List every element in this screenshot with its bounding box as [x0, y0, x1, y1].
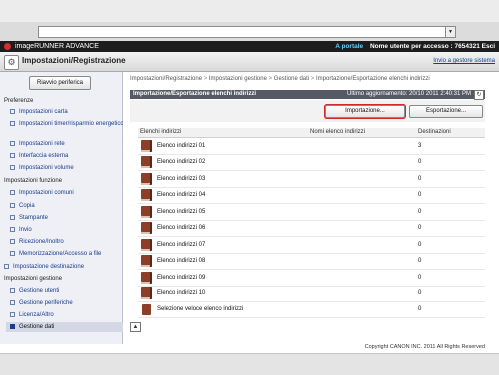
address-book-icon [141, 222, 152, 234]
portal-link[interactable]: A portale [335, 43, 363, 50]
bullet-icon [10, 251, 15, 256]
sidebar-item-receive-forward[interactable]: Ricezione/Inoltro [10, 239, 118, 245]
table-header: Elenchi indirizzi Nomi elenco indirizzi … [138, 128, 485, 138]
send-to-admin-link[interactable]: Invio a gestore sistema [433, 58, 495, 64]
address-book-icon [141, 140, 152, 152]
table-row[interactable]: Elenco indirizzi 08 0 [138, 254, 485, 270]
browser-toolbar: ▼ [0, 22, 499, 42]
sidebar-heading-preferences: Preferenze [4, 98, 34, 104]
settings-icon: ⚙ [4, 55, 19, 70]
table-row[interactable]: Elenco indirizzi 07 0 [138, 238, 485, 254]
main-content: Impostazioni/Registrazione > Impostazion… [123, 72, 499, 344]
table-row[interactable]: Elenco indirizzi 09 0 [138, 271, 485, 287]
address-book-icon [141, 255, 152, 267]
breadcrumb-item[interactable]: Gestione dati [274, 76, 309, 82]
bullet-icon [10, 203, 15, 208]
table-row[interactable]: Selezione veloce elenco indirizzi 0 [138, 302, 485, 318]
bullet-icon [10, 165, 15, 170]
bullet-icon [4, 264, 9, 269]
panel-header: Importazione/Esportazione elenchi indiri… [130, 90, 485, 100]
column-header: Destinazioni [418, 129, 451, 135]
panel-title: Importazione/Esportazione elenchi indiri… [133, 91, 257, 97]
refresh-icon[interactable]: ↻ [474, 90, 484, 100]
address-book-icon [141, 189, 152, 201]
product-name: imageRUNNER ADVANCE [15, 43, 99, 50]
bullet-icon [10, 153, 15, 158]
import-button[interactable]: Importazione... [324, 104, 406, 119]
scroll-top-icon[interactable]: ▲ [130, 322, 141, 332]
sidebar-item-store-access-files[interactable]: Memorizzazione/Accesso a file [10, 251, 118, 257]
sidebar: Riavvio periferica Preferenze Impostazio… [0, 72, 124, 344]
bullet-icon [10, 121, 15, 126]
table-row[interactable]: Elenco indirizzi 10 0 [138, 286, 485, 302]
breadcrumb: Impostazioni/Registrazione > Impostazion… [130, 76, 430, 82]
address-book-icon [141, 272, 152, 284]
sidebar-item-destination-settings[interactable]: Impostazione destinazione [4, 264, 112, 270]
bullet-icon [10, 288, 15, 293]
page-title: Impostazioni/Registrazione [22, 56, 126, 65]
footer: Copyright CANON INC. 2011 All Rights Res… [0, 344, 499, 353]
sidebar-item-license-other[interactable]: Licenza/Altro [10, 312, 118, 318]
breadcrumb-current: Importazione/Esportazione elenchi indiri… [315, 76, 430, 82]
column-header: Elenchi indirizzi [140, 129, 182, 135]
sidebar-heading-functions: Impostazioni funzione [4, 178, 63, 184]
address-book-icon [141, 239, 152, 251]
table-row[interactable]: Elenco indirizzi 06 0 [138, 221, 485, 237]
user-label[interactable]: Nome utente per accesso : 7654321 Esci [370, 43, 495, 50]
sidebar-item-external-interface[interactable]: Interfaccia esterna [10, 153, 118, 159]
sidebar-item-timer-settings[interactable]: Impostazioni timer/risparmio energetico [10, 121, 127, 128]
sidebar-item-paper-settings[interactable]: Impostazioni carta [10, 109, 118, 115]
restart-device-button[interactable]: Riavvio periferica [29, 76, 91, 90]
sidebar-item-volume-settings[interactable]: Impostazioni volume [10, 165, 118, 171]
panel-actions: Importazione... Esportazione... [130, 100, 485, 122]
address-dropdown-icon[interactable]: ▼ [445, 27, 455, 37]
browser-tabbar [0, 0, 499, 22]
browser-statusbar [0, 353, 499, 375]
breadcrumb-item[interactable]: Impostazioni/Registrazione [130, 76, 202, 82]
sidebar-item-common-settings[interactable]: Impostazioni comuni [10, 190, 118, 196]
bullet-icon [10, 141, 15, 146]
bullet-icon [10, 109, 15, 114]
bullet-icon [10, 324, 15, 329]
top-header: imageRUNNER ADVANCE A portale Nome utent… [0, 41, 499, 52]
header-user-area: A portale Nome utente per accesso : 7654… [335, 42, 495, 51]
canon-logo-icon [4, 43, 11, 50]
export-button[interactable]: Esportazione... [409, 105, 483, 118]
copyright: Copyright CANON INC. 2011 All Rights Res… [364, 344, 485, 350]
bullet-icon [10, 300, 15, 305]
table-row[interactable]: Elenco indirizzi 02 0 [138, 155, 485, 171]
sidebar-item-device-management[interactable]: Gestione periferiche [10, 300, 118, 306]
address-book-icon [141, 173, 152, 185]
sidebar-item-printer[interactable]: Stampante [10, 215, 118, 221]
sidebar-item-user-management[interactable]: Gestione utenti [10, 288, 118, 294]
bullet-icon [10, 215, 15, 220]
address-book-icon [141, 156, 152, 168]
bullet-icon [10, 190, 15, 195]
last-updated: Ultimo aggiornamento: 20/10 2011 2:40:31… [347, 91, 471, 97]
sidebar-item-send[interactable]: Invio [10, 227, 118, 233]
bullet-icon [10, 312, 15, 317]
address-book-icon [141, 287, 152, 299]
table-row[interactable]: Elenco indirizzi 04 0 [138, 188, 485, 204]
sidebar-item-data-management[interactable]: Gestione dati [6, 322, 123, 333]
table-row[interactable]: Elenco indirizzi 01 3 [138, 139, 485, 155]
table-row[interactable]: Elenco indirizzi 05 0 [138, 205, 485, 221]
table-row[interactable]: Elenco indirizzi 03 0 [138, 172, 485, 188]
column-header: Nomi elenco indirizzi [310, 129, 366, 135]
sidebar-heading-management: Impostazioni gestione [4, 276, 63, 282]
speed-dial-book-icon [142, 304, 151, 315]
bullet-icon [10, 227, 15, 232]
sidebar-item-copy[interactable]: Copia [10, 203, 118, 209]
address-book-icon [141, 206, 152, 218]
breadcrumb-item[interactable]: Impostazioni gestione [209, 76, 267, 82]
sidebar-item-network-settings[interactable]: Impostazioni rete [10, 141, 118, 147]
page-titlebar: ⚙ Impostazioni/Registrazione Invio a ges… [0, 52, 499, 72]
address-bar[interactable]: ▼ [38, 26, 456, 38]
bullet-icon [10, 239, 15, 244]
